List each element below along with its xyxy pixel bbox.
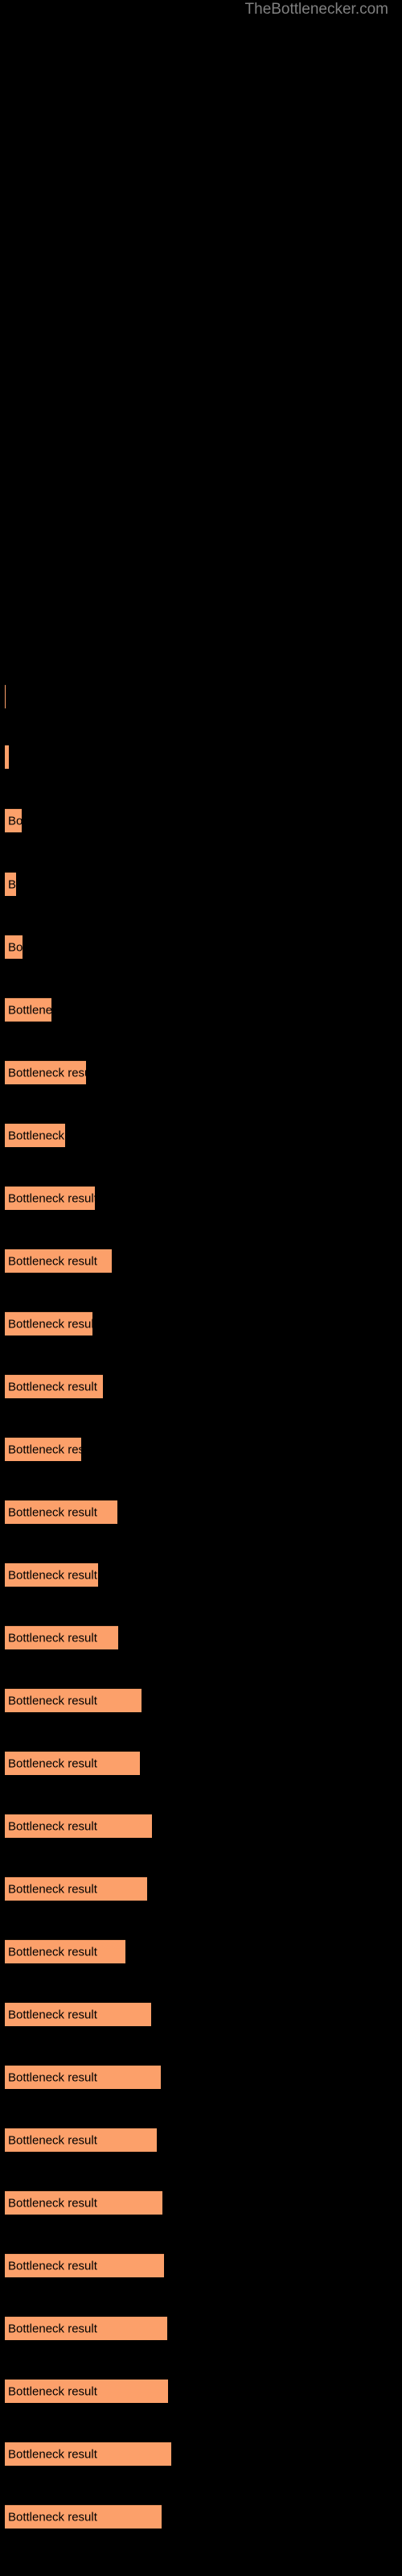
bar-label: Bottleneck result (8, 2259, 97, 2273)
bar-row: Bottleneck result (5, 684, 6, 708)
bar-segment[interactable]: Bottleneck result (5, 684, 6, 708)
bar-row: Bottleneck result (5, 1751, 140, 1775)
bar-label: Bottleneck result (8, 2322, 97, 2335)
bar-label: Bottleneck result (8, 1317, 92, 1331)
bar-segment[interactable]: Bottleneck result (5, 1374, 103, 1398)
bar-label: Bottleneck result (8, 1003, 51, 1017)
bar-row: Bottleneck result (5, 1939, 125, 1963)
bar-segment[interactable]: Bottleneck result (5, 935, 23, 959)
bottleneck-chart-page: TheBottlenecker.com Bottleneck resultBot… (0, 0, 402, 2576)
bar-label: Bottleneck result (8, 1129, 65, 1142)
bar-label: Bottleneck result (8, 1191, 95, 1205)
bar-segment[interactable]: Bottleneck result (5, 1123, 65, 1147)
bar-row: Bottleneck result (5, 2316, 167, 2340)
bar-segment[interactable]: Bottleneck result (5, 2504, 162, 2529)
bar-label: Bottleneck result (8, 940, 23, 954)
bar-segment[interactable]: Bottleneck result (5, 1814, 152, 1838)
bar-segment[interactable]: Bottleneck result (5, 2316, 167, 2340)
bar-segment[interactable]: Bottleneck result (5, 2442, 171, 2466)
bar-row: Bottleneck result (5, 1814, 152, 1838)
bar-row: Bottleneck result (5, 2002, 151, 2026)
bar-label: Bottleneck result (8, 1694, 97, 1707)
bar-row: Bottleneck result (5, 2065, 161, 2089)
bar-row: Bottleneck result (5, 2253, 164, 2277)
bar-row: Bottleneck result (5, 1563, 98, 1587)
bar-segment[interactable]: Bottleneck result (5, 872, 16, 896)
bar-label: Bottleneck result (8, 2384, 97, 2398)
bar-segment[interactable]: Bottleneck result (5, 2065, 161, 2089)
bar-segment[interactable]: Bottleneck result (5, 2128, 157, 2152)
bar-label: Bottleneck result (8, 814, 22, 828)
bar-row: Bottleneck result (5, 1374, 103, 1398)
bar-segment[interactable]: Bottleneck result (5, 2253, 164, 2277)
bar-label: Bottleneck result (8, 2133, 97, 2147)
bar-row: Bottleneck result (5, 935, 23, 959)
bar-row: Bottleneck result (5, 997, 51, 1022)
bar-row: Bottleneck result (5, 1123, 65, 1147)
bar-label: Bottleneck result (8, 1380, 97, 1393)
bar-row: Bottleneck result (5, 1186, 95, 1210)
bar-segment[interactable]: Bottleneck result (5, 1563, 98, 1587)
bar-label: Bottleneck result (8, 1066, 86, 1080)
bar-row: Bottleneck result (5, 2442, 171, 2466)
bar-segment[interactable]: Bottleneck result (5, 1500, 117, 1524)
bar-row: Bottleneck result (5, 745, 9, 769)
bar-label: Bottleneck result (8, 1945, 97, 1959)
bar-segment[interactable]: Bottleneck result (5, 1311, 92, 1335)
bar-segment[interactable]: Bottleneck result (5, 1688, 142, 1712)
bar-row: Bottleneck result (5, 872, 16, 896)
bar-label: Bottleneck result (8, 1819, 97, 1833)
bar-segment[interactable]: Bottleneck result (5, 997, 51, 1022)
bar-row: Bottleneck result (5, 1876, 147, 1901)
bar-label: Bottleneck result (8, 2070, 97, 2084)
bar-segment[interactable]: Bottleneck result (5, 1186, 95, 1210)
bar-segment[interactable]: Bottleneck result (5, 1939, 125, 1963)
bar-segment[interactable]: Bottleneck result (5, 1249, 112, 1273)
bar-segment[interactable]: Bottleneck result (5, 1625, 118, 1649)
bar-label: Bottleneck result (8, 1443, 81, 1456)
bar-label: Bottleneck result (8, 2510, 97, 2524)
bar-segment[interactable]: Bottleneck result (5, 808, 22, 832)
bar-row: Bottleneck result (5, 2379, 168, 2403)
bar-segment[interactable]: Bottleneck result (5, 745, 9, 769)
bar-row: Bottleneck result (5, 1688, 142, 1712)
bar-label: Bottleneck result (8, 1631, 97, 1645)
bar-row: Bottleneck result (5, 2190, 162, 2215)
bar-label: Bottleneck result (8, 1505, 97, 1519)
bar-segment[interactable]: Bottleneck result (5, 1437, 81, 1461)
bar-label: Bottleneck result (8, 2008, 97, 2021)
bar-label: Bottleneck result (8, 2447, 97, 2461)
bar-segment[interactable]: Bottleneck result (5, 2002, 151, 2026)
bar-row: Bottleneck result (5, 1311, 92, 1335)
bar-label: Bottleneck result (8, 1757, 97, 1770)
bar-label: Bottleneck result (8, 2196, 97, 2210)
bar-label: Bottleneck result (8, 1568, 97, 1582)
bar-segment[interactable]: Bottleneck result (5, 1751, 140, 1775)
bar-label: Bottleneck result (8, 1254, 97, 1268)
bar-row: Bottleneck result (5, 2128, 157, 2152)
bar-segment[interactable]: Bottleneck result (5, 1876, 147, 1901)
bar-row: Bottleneck result (5, 1625, 118, 1649)
bar-label: Bottleneck result (8, 1882, 97, 1896)
bar-row: Bottleneck result (5, 2504, 162, 2529)
bar-segment[interactable]: Bottleneck result (5, 1060, 86, 1084)
bar-segment[interactable]: Bottleneck result (5, 2379, 168, 2403)
bar-row: Bottleneck result (5, 1500, 117, 1524)
bar-row: Bottleneck result (5, 1249, 112, 1273)
bar-label: Bottleneck result (8, 877, 16, 891)
bar-chart-plot-area: Bottleneck result Bottleneck result Bottle… (0, 0, 402, 2576)
bar-segment[interactable]: Bottleneck result (5, 2190, 162, 2215)
bar-row: Bottleneck result (5, 1060, 86, 1084)
bar-row: Bottleneck result (5, 1437, 81, 1461)
bar-row: Bottleneck result (5, 808, 22, 832)
bar-label: Bottleneck result (8, 750, 9, 764)
